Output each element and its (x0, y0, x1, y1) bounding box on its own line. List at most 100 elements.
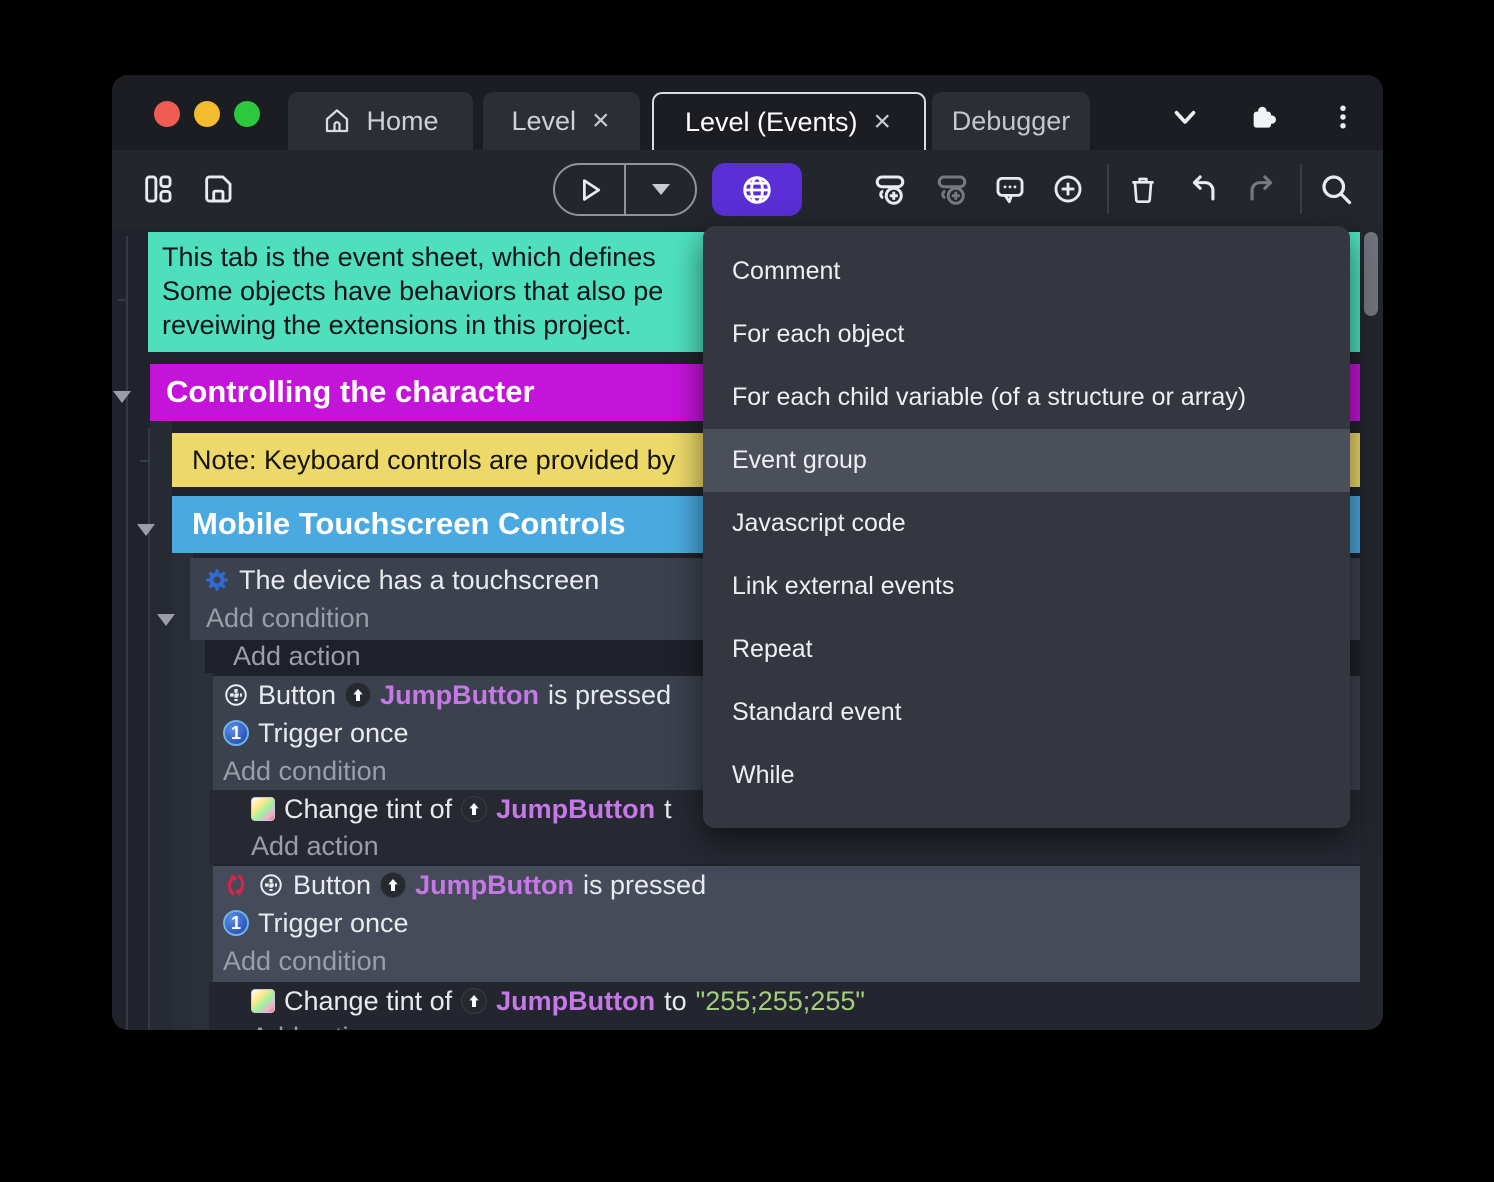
condition-text: Button (258, 680, 336, 711)
group-title: Controlling the character (166, 374, 535, 409)
trash-icon (1127, 173, 1159, 205)
indent-tick (140, 460, 149, 462)
home-icon (322, 106, 352, 136)
close-window-button[interactable] (154, 101, 180, 127)
search-button[interactable] (1314, 167, 1358, 211)
zoom-window-button[interactable] (234, 101, 260, 127)
action-row-change-tint-2[interactable]: Change tint of JumpButton to "255;255;25… (209, 982, 1360, 1020)
tint-icon (251, 797, 275, 821)
indent-guide (126, 236, 128, 1030)
tab-label: Home (366, 106, 438, 137)
addons-button[interactable] (1243, 97, 1283, 137)
condition-text: is pressed (583, 870, 706, 901)
add-action-button[interactable] (1046, 167, 1090, 211)
trigger-once-icon: 1 (223, 720, 249, 746)
object-name: JumpButton (496, 986, 655, 1017)
plus-circle-icon (1051, 172, 1085, 206)
gear-icon (204, 567, 230, 593)
menu-item-repeat[interactable]: Repeat (703, 618, 1350, 681)
toolbar-divider (1300, 164, 1302, 214)
title-bar: Home Level × Level (Events) × Debugger (112, 75, 1383, 150)
menu-item-javascript-code[interactable]: Javascript code (703, 492, 1350, 555)
tint-icon (251, 989, 275, 1013)
main-menu-button[interactable] (1323, 97, 1363, 137)
search-icon (1318, 171, 1354, 207)
preview-browser-button[interactable] (712, 163, 802, 216)
collapse-arrow-icon[interactable] (157, 614, 175, 626)
tab-home[interactable]: Home (288, 92, 473, 150)
add-sub-event-button[interactable] (930, 167, 974, 211)
layout-panels-icon (141, 172, 175, 206)
trigger-once-icon: 1 (223, 910, 249, 936)
preview-options-button[interactable] (624, 165, 695, 214)
gamepad-icon (223, 682, 249, 708)
add-event-button[interactable] (868, 167, 912, 211)
add-condition-link[interactable]: Add condition (223, 946, 387, 977)
collapse-arrow-icon[interactable] (113, 391, 131, 403)
object-name: JumpButton (415, 870, 574, 901)
kebab-menu-icon (1328, 102, 1358, 132)
redo-icon (1245, 172, 1279, 206)
add-condition-link[interactable]: Add condition (206, 603, 370, 634)
add-comment-button[interactable] (988, 167, 1032, 211)
menu-item-while[interactable]: While (703, 744, 1350, 807)
redo-button[interactable] (1240, 167, 1284, 211)
save-icon (201, 172, 235, 206)
layout-panels-button[interactable] (136, 167, 180, 211)
action-text: t (664, 794, 672, 825)
object-name: JumpButton (496, 794, 655, 825)
save-button[interactable] (196, 167, 240, 211)
close-tab-icon[interactable]: × (872, 108, 894, 136)
menu-item-comment[interactable]: Comment (703, 240, 1350, 303)
tab-label: Level (511, 106, 576, 137)
condition-text: Trigger once (258, 718, 409, 749)
add-action-link[interactable]: Add action (251, 1022, 379, 1030)
preview-play-button[interactable] (555, 165, 624, 214)
vertical-scrollbar[interactable] (1360, 228, 1383, 1030)
menu-item-for-each-child-variable[interactable]: For each child variable (of a structure … (703, 366, 1350, 429)
add-action-link[interactable]: Add action (251, 831, 379, 861)
chevron-down-icon (1168, 100, 1202, 134)
indent-guide (148, 428, 150, 1030)
scrollbar-thumb[interactable] (1364, 232, 1378, 316)
tab-label: Debugger (952, 106, 1071, 137)
jumpbutton-object-icon (380, 872, 406, 898)
event-block-jumpbutton-2[interactable]: Button JumpButton is pressed 1 Trigger o… (213, 866, 1360, 982)
menu-item-event-group[interactable]: Event group (703, 429, 1350, 492)
add-sub-event-icon (934, 171, 970, 207)
tab-label: Level (Events) (685, 107, 858, 138)
note-text: Note: Keyboard controls are provided by (192, 445, 675, 475)
condition-text: Trigger once (258, 908, 409, 939)
menu-item-link-external-events[interactable]: Link external events (703, 555, 1350, 618)
collapse-arrow-icon[interactable] (137, 524, 155, 536)
close-tab-icon[interactable]: × (590, 107, 612, 135)
puzzle-icon (1247, 101, 1279, 133)
menu-item-standard-event[interactable]: Standard event (703, 681, 1350, 744)
condition-text: is pressed (548, 680, 671, 711)
tab-level-events[interactable]: Level (Events) × (652, 92, 926, 150)
delete-button[interactable] (1121, 167, 1165, 211)
toolbar (112, 150, 1383, 228)
jumpbutton-object-icon (461, 796, 487, 822)
tab-list-dropdown-button[interactable] (1165, 97, 1205, 137)
globe-icon (739, 172, 775, 208)
tab-level[interactable]: Level × (483, 92, 640, 150)
tab-debugger[interactable]: Debugger (932, 92, 1090, 150)
menu-item-for-each-object[interactable]: For each object (703, 303, 1350, 366)
action-value: "255;255;255" (696, 986, 865, 1017)
toolbar-divider (1107, 164, 1109, 214)
minimize-window-button[interactable] (194, 101, 220, 127)
add-condition-link[interactable]: Add condition (223, 756, 387, 787)
preview-button-group (553, 163, 697, 216)
jumpbutton-object-icon (345, 682, 371, 708)
caret-down-icon (652, 184, 670, 195)
add-action-row[interactable]: Add action (209, 1020, 1360, 1030)
undo-button[interactable] (1181, 167, 1225, 211)
condition-text: The device has a touchscreen (239, 565, 599, 596)
add-event-icon (872, 171, 908, 207)
action-text: Change tint of (284, 794, 452, 825)
add-action-link[interactable]: Add action (233, 641, 361, 671)
indent-tick (118, 299, 127, 301)
action-text: Change tint of (284, 986, 452, 1017)
add-action-row[interactable]: Add action (209, 828, 1360, 864)
